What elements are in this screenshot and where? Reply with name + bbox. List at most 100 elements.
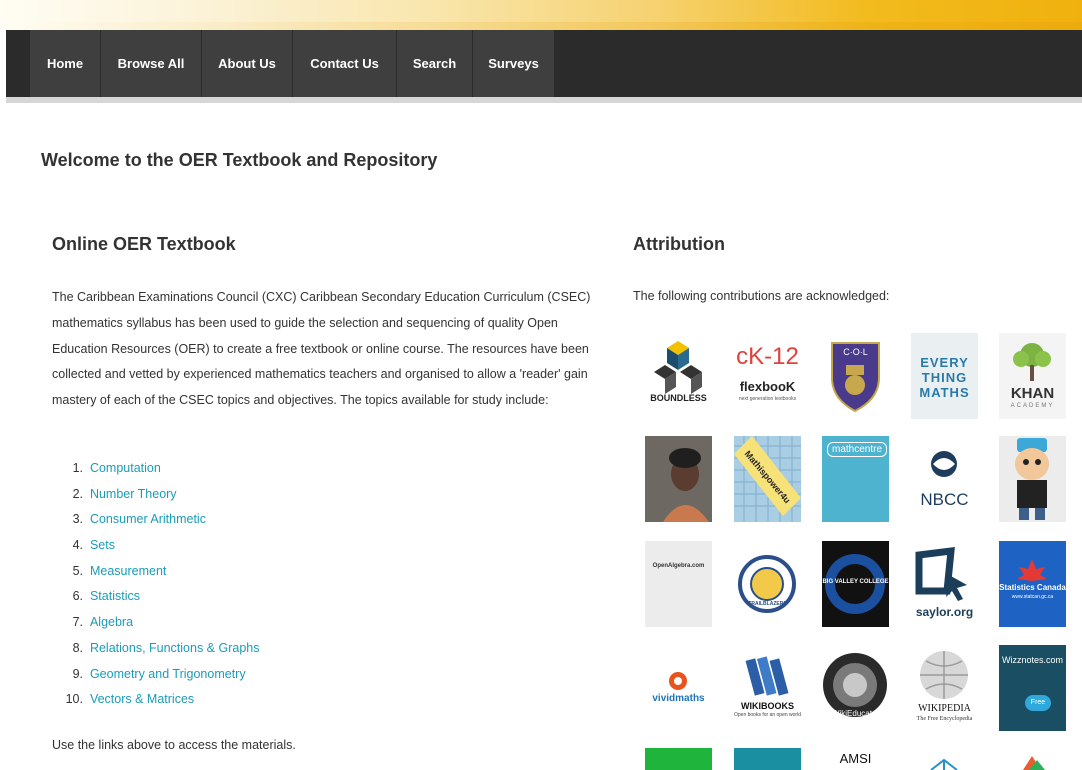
every-thing-maths-logo[interactable]: EVERY THING MATHS — [911, 333, 978, 419]
triangle-logo[interactable] — [999, 748, 1066, 770]
list-number: 3. — [72, 512, 83, 527]
vividmaths-logo[interactable]: vividmaths — [645, 645, 712, 731]
boundless-icon — [654, 341, 702, 394]
topic-link-geometry-trigonometry[interactable]: Geometry and Trigonometry — [90, 662, 246, 688]
list-item: 7. Algebra — [52, 610, 259, 636]
topic-link-vectors-matrices[interactable]: Vectors & Matrices — [90, 687, 194, 713]
nav-about-us[interactable]: About Us — [202, 30, 293, 97]
nav-search-label: Search — [412, 56, 457, 71]
list-item: 1. Computation — [52, 456, 259, 482]
cartoon-character-logo[interactable] — [999, 436, 1066, 522]
trailblazers-logo[interactable]: TRAILBLAZERS — [734, 541, 801, 627]
badge-icon — [738, 555, 796, 613]
openalgebra-logo[interactable]: OpenAlgebra.com — [645, 541, 712, 627]
list-item: 9. Geometry and Trigonometry — [52, 662, 259, 688]
nav-contact-us-label: Contact Us — [310, 56, 379, 71]
cartoon-character-icon — [1015, 438, 1049, 520]
khan-sub-label: ACADEMY — [1010, 403, 1055, 409]
mathcentre-logo[interactable]: mathcentre — [822, 436, 889, 522]
list-number: 1. — [72, 461, 83, 475]
every-thing-maths-label: EVERY THING MATHS — [919, 355, 970, 400]
nav-about-us-label: About Us — [218, 56, 276, 71]
wizznotes-logo[interactable]: Wizznotes.com Free — [999, 645, 1066, 731]
saylor-label: saylor.org — [915, 605, 974, 619]
khan-academy-logo[interactable]: KHAN ACADEMY — [999, 333, 1066, 419]
statcan-url-label: www.statcan.gc.ca — [1011, 594, 1054, 600]
amsi-logo[interactable]: AMSI — [822, 748, 889, 770]
wikieducator-logo[interactable]: WikiEducator — [822, 645, 889, 731]
wizznotes-free-badge: Free — [1025, 695, 1051, 711]
khan-label: KHAN — [1010, 385, 1055, 402]
topic-link-algebra[interactable]: Algebra — [90, 610, 133, 636]
trailblazers-label: TRAILBLAZERS — [748, 601, 787, 607]
main-navigation: Home Browse All About Us Contact Us Sear… — [6, 30, 1082, 97]
ck12-label: cK-12 — [736, 343, 799, 370]
mathcentre-label: mathcentre — [827, 442, 888, 457]
list-item: 10. Vectors & Matrices — [52, 687, 259, 713]
list-number: 5. — [72, 563, 83, 578]
nav-surveys[interactable]: Surveys — [473, 30, 555, 97]
nav-underline — [6, 97, 1082, 103]
nbcc-logo[interactable]: NBCC — [911, 436, 978, 522]
list-number: 6. — [72, 589, 83, 604]
wikieducator-label: WikiEducator — [831, 709, 880, 718]
person-photo-icon — [645, 436, 712, 522]
nav-surveys-label: Surveys — [488, 56, 539, 71]
nav-browse-all[interactable]: Browse All — [101, 30, 202, 97]
nbcc-label: NBCC — [920, 490, 969, 509]
list-number: 10. — [65, 692, 83, 707]
nav-browse-all-label: Browse All — [117, 56, 185, 71]
topic-link-sets[interactable]: Sets — [90, 533, 115, 559]
starburst-logo[interactable] — [911, 748, 978, 770]
boundless-logo[interactable]: BOUNDLESS — [645, 333, 712, 419]
list-number: 8. — [72, 640, 83, 655]
saylor-logo[interactable]: saylor.org — [911, 541, 978, 627]
list-item: 3. Consumer Arithmetic — [52, 507, 259, 533]
statcan-label: Statistics Canada — [999, 583, 1066, 592]
nav-home-label: Home — [46, 56, 84, 71]
vividmaths-label: vividmaths — [652, 693, 705, 704]
topics-list: 1. Computation 2. Number Theory 3. Consu… — [52, 456, 260, 713]
top-banner — [0, 0, 1082, 30]
boundless-label: BOUNDLESS — [650, 393, 707, 403]
wizznotes-label: Wizznotes.com — [1001, 655, 1063, 665]
topic-link-number-theory[interactable]: Number Theory — [90, 482, 177, 508]
books-icon — [745, 656, 789, 696]
teal-logo[interactable] — [734, 748, 801, 770]
mathispower4u-logo[interactable]: Mathispower4u — [734, 436, 801, 522]
wikibooks-logo[interactable]: WIKIBOOKS Open books for an open world — [734, 645, 801, 731]
page-title: Welcome to the OER Textbook and Reposito… — [41, 150, 438, 170]
wikibooks-label: WIKIBOOKS — [741, 701, 794, 711]
topic-link-statistics[interactable]: Statistics — [90, 584, 140, 610]
col-logo[interactable]: C·O·L — [822, 333, 889, 419]
vividmaths-icon — [669, 672, 687, 690]
triangle-icon — [1023, 756, 1045, 770]
topic-link-consumer-arithmetic[interactable]: Consumer Arithmetic — [90, 507, 206, 533]
topic-link-computation[interactable]: Computation — [90, 456, 161, 482]
starburst-icon — [930, 758, 958, 770]
wikibooks-sub-label: Open books for an open world — [734, 712, 801, 718]
list-item: 6. Statistics — [52, 584, 259, 610]
wikipedia-label: WIKIPEDIA — [918, 703, 971, 714]
list-number: 9. — [72, 666, 83, 681]
col-label: C·O·L — [843, 347, 868, 357]
big-valley-college-logo[interactable]: BIG VALLEY COLLEGE — [822, 541, 889, 627]
green-logo[interactable] — [645, 748, 712, 770]
wikipedia-logo[interactable]: WIKIPEDIA The Free Encyclopedia — [911, 645, 978, 731]
list-number: 7. — [72, 615, 83, 630]
attribution-text: The following contributions are acknowle… — [633, 289, 890, 303]
list-number: 4. — [72, 538, 83, 553]
ck12-tagline: next generation textbooks — [738, 396, 797, 402]
contributor-photo[interactable] — [645, 436, 712, 522]
attribution-heading: Attribution — [633, 234, 725, 254]
nav-search[interactable]: Search — [397, 30, 473, 97]
list-item: 5. Measurement — [52, 559, 259, 585]
flexbook-label: flexbooK — [739, 379, 796, 394]
list-item: 2. Number Theory — [52, 482, 259, 508]
topic-link-relations-functions-graphs[interactable]: Relations, Functions & Graphs — [90, 636, 260, 662]
statistics-canada-logo[interactable]: Statistics Canada www.statcan.gc.ca — [999, 541, 1066, 627]
nav-contact-us[interactable]: Contact Us — [293, 30, 397, 97]
nav-home[interactable]: Home — [30, 30, 101, 97]
ck12-logo[interactable]: cK-12 flexbooK next generation textbooks — [734, 333, 801, 419]
topic-link-measurement[interactable]: Measurement — [90, 559, 166, 585]
